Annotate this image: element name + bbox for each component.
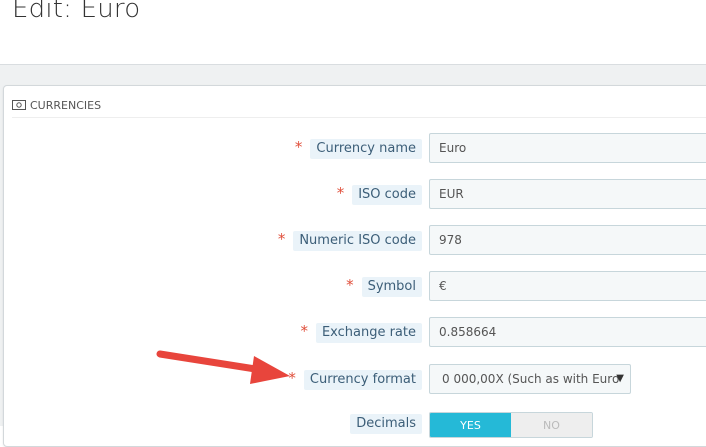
currency-format-selected-value: 0 000,00X (Such as with Euro: [442, 372, 620, 386]
caret-down-icon: ▼: [616, 373, 624, 384]
iso-code-label: * ISO code: [336, 184, 422, 205]
exchange-rate-label-text: Exchange rate: [315, 323, 422, 343]
panel-heading-label: CURRENCIES: [30, 98, 102, 112]
required-mark: *: [294, 138, 303, 156]
currency-format-label: * Currency format: [288, 369, 422, 390]
required-mark: *: [336, 184, 345, 202]
field-currency-format: * Currency format 0 000,00X (Such as wit…: [0, 364, 706, 396]
red-arrow-annotation: [156, 350, 290, 384]
symbol-input[interactable]: €: [429, 271, 706, 301]
required-mark: *: [346, 276, 354, 294]
field-currency-name: * Currency name Euro: [0, 133, 706, 165]
panel-heading: CURRENCIES: [12, 93, 706, 118]
currency-format-label-text: Currency format: [303, 370, 422, 390]
currency-format-select[interactable]: 0 000,00X (Such as with Euro ▼: [429, 364, 631, 394]
symbol-label: * Symbol: [346, 276, 422, 297]
decimals-toggle[interactable]: YES NO: [429, 412, 593, 438]
page-header: Edit: Euro: [0, 0, 706, 65]
field-exchange-rate: * Exchange rate 0.858664: [0, 317, 706, 349]
field-decimals: Decimals YES NO: [0, 412, 706, 444]
iso-code-input[interactable]: EUR: [429, 179, 706, 209]
exchange-rate-label: * Exchange rate: [300, 322, 422, 343]
decimals-yes-option[interactable]: YES: [430, 413, 511, 437]
money-icon: [12, 100, 26, 110]
exchange-rate-input[interactable]: 0.858664: [429, 317, 706, 347]
numeric-iso-code-label: * Numeric ISO code: [277, 230, 422, 251]
symbol-label-text: Symbol: [361, 277, 422, 297]
required-mark: *: [277, 230, 286, 248]
field-iso-code: * ISO code EUR: [0, 179, 706, 211]
numeric-iso-code-label-text: Numeric ISO code: [293, 231, 422, 251]
decimals-label-text: Decimals: [350, 414, 422, 434]
decimals-label: Decimals: [350, 414, 422, 434]
field-symbol: * Symbol €: [0, 271, 706, 303]
currency-name-input[interactable]: Euro: [429, 133, 706, 163]
decimals-no-option[interactable]: NO: [511, 413, 592, 437]
numeric-iso-code-input[interactable]: 978: [429, 225, 706, 255]
required-mark: *: [300, 322, 308, 340]
page-title: Edit: Euro: [12, 0, 141, 24]
currency-name-label: * Currency name: [294, 138, 422, 159]
field-numeric-iso-code: * Numeric ISO code 978: [0, 225, 706, 257]
iso-code-label-text: ISO code: [352, 185, 422, 205]
currency-name-label-text: Currency name: [310, 139, 422, 159]
